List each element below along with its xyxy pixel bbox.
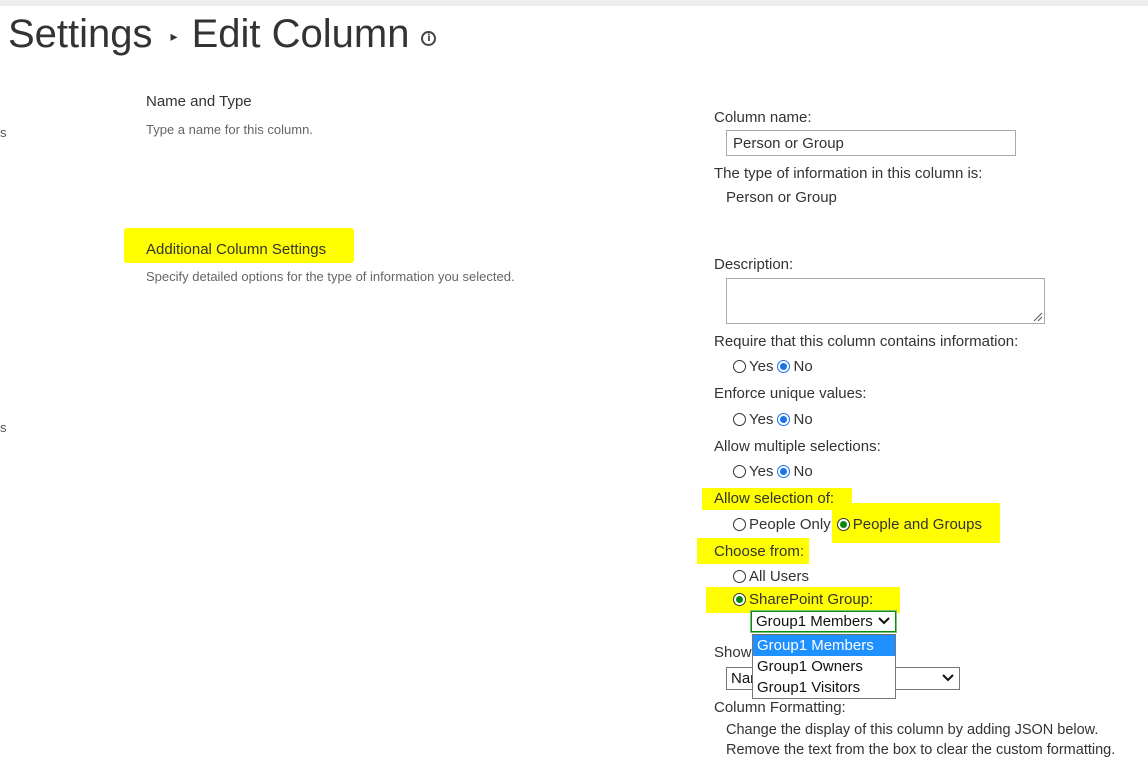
people-only-label[interactable]: People Only [749,516,831,533]
multiple-yes-radio[interactable] [733,465,746,478]
multiple-yes-label[interactable]: Yes [749,463,773,480]
require-options: Yes No [733,358,813,375]
type-label: The type of information in this column i… [714,165,983,182]
left-nav-fragment: s [0,125,7,140]
unique-options: Yes No [733,411,813,428]
breadcrumb-separator-icon: ▸ [170,28,178,44]
allow-selection-label: Allow selection of: [714,490,835,507]
unique-yes-label[interactable]: Yes [749,411,773,428]
info-icon[interactable]: i [421,31,437,46]
top-strip [0,0,1148,6]
require-yes-radio[interactable] [733,360,746,373]
column-formatting-help-line2: Remove the text from the box to clear th… [726,742,1116,758]
unique-no-radio[interactable] [777,413,791,426]
section-description-additional: Specify detailed options for the type of… [146,269,515,284]
group-select[interactable]: Group1 Members [750,610,897,633]
column-formatting-help-line1: Change the display of this column by add… [726,722,1099,738]
all-users-radio[interactable] [733,570,746,583]
left-nav-fragment: s [0,420,7,435]
all-users-label[interactable]: All Users [749,568,809,585]
sharepoint-group-option: SharePoint Group: [733,591,873,608]
breadcrumb-parent[interactable]: Settings [8,12,153,56]
multiple-no-radio[interactable] [777,465,791,478]
allow-selection-options: People Only People and Groups [733,516,982,533]
resize-grip-icon[interactable] [1032,311,1042,321]
people-groups-radio[interactable] [836,518,850,531]
multiple-options: Yes No [733,463,813,480]
description-textarea[interactable] [726,278,1045,324]
group-select-value: Group1 Members [756,613,873,630]
section-heading-additional: Additional Column Settings [146,241,327,258]
people-groups-label[interactable]: People and Groups [853,516,982,533]
section-description-name-type: Type a name for this column. [146,122,313,137]
unique-no-label[interactable]: No [793,411,812,428]
section-heading-name-type: Name and Type [146,93,252,110]
people-only-radio[interactable] [733,518,746,531]
group-option[interactable]: Group1 Owners [753,656,895,677]
page-title: Settings ▸ Edit Column i [8,12,437,57]
unique-label: Enforce unique values: [714,385,867,402]
require-no-label[interactable]: No [793,358,812,375]
column-formatting-label: Column Formatting: [714,699,846,716]
require-label: Require that this column contains inform… [714,333,1019,350]
chevron-down-icon [941,671,955,686]
chevron-down-icon [877,614,891,629]
choose-from-label: Choose from: [714,543,805,560]
group-dropdown-list: Group1 Members Group1 Owners Group1 Visi… [752,634,896,699]
all-users-option: All Users [733,568,809,585]
multiple-label: Allow multiple selections: [714,438,881,455]
multiple-no-label[interactable]: No [793,463,812,480]
breadcrumb-current: Edit Column [191,12,410,56]
sharepoint-group-radio[interactable] [733,593,746,606]
require-yes-label[interactable]: Yes [749,358,773,375]
column-name-label: Column name: [714,109,812,126]
show-field-label: Show [714,644,752,661]
type-value: Person or Group [726,189,837,206]
description-label: Description: [714,256,794,273]
sharepoint-group-label[interactable]: SharePoint Group: [749,591,873,608]
column-name-input[interactable] [726,130,1016,156]
group-option[interactable]: Group1 Visitors [753,677,895,698]
unique-yes-radio[interactable] [733,413,746,426]
group-option[interactable]: Group1 Members [753,635,895,656]
require-no-radio[interactable] [777,360,791,373]
